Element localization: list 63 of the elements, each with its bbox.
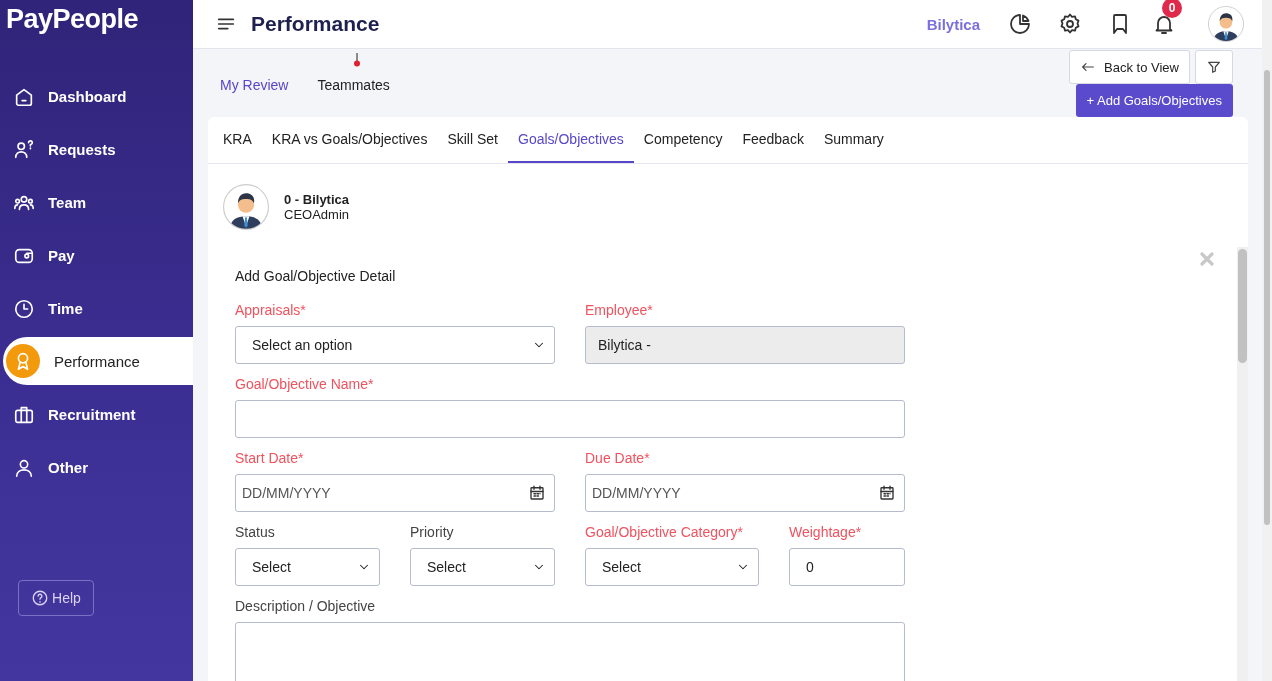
calendar-icon xyxy=(878,484,896,502)
sidebar-item[interactable]: Recruitment xyxy=(0,388,193,441)
avatar-icon xyxy=(223,184,269,230)
field-label: Status xyxy=(235,523,276,542)
scrollbar[interactable] xyxy=(1237,247,1248,681)
tab[interactable]: Feedback xyxy=(732,117,814,163)
sidebar-item[interactable]: Time xyxy=(0,282,193,335)
sidebar-item[interactable]: Performance xyxy=(3,337,193,385)
filter-icon xyxy=(1206,59,1222,75)
tab[interactable]: Goals/Objectives xyxy=(508,117,634,163)
filter-button[interactable] xyxy=(1195,50,1233,84)
add-goals-button[interactable]: + Add Goals/Objectives xyxy=(1075,84,1233,117)
sidebar-item[interactable]: Pay xyxy=(0,229,193,282)
field-label: Goal/Objective Name* xyxy=(235,375,375,394)
field-label: Appraisals* xyxy=(235,301,307,320)
back-button[interactable]: Back to View xyxy=(1069,50,1190,84)
company-name: Bilytica xyxy=(926,15,980,33)
clock-icon xyxy=(13,297,35,320)
avatar-icon xyxy=(1208,6,1244,42)
tab[interactable]: Skill Set xyxy=(437,117,508,163)
field-label: Goal/Objective Category* xyxy=(585,523,744,542)
settings-icon xyxy=(1058,12,1082,36)
sidebar-item[interactable]: Requests xyxy=(0,123,193,176)
notifications-button[interactable]: 0 xyxy=(1152,0,1186,36)
field-label: Due Date* xyxy=(585,449,651,468)
page-title: Performance xyxy=(251,12,381,36)
tab[interactable]: Summary xyxy=(813,117,894,163)
calendar-icon xyxy=(528,484,546,502)
select-field[interactable]: Select xyxy=(235,548,380,586)
sub-tab[interactable]: Teammates xyxy=(317,77,390,93)
select-field[interactable]: Select xyxy=(410,548,555,586)
tab[interactable]: Competency xyxy=(633,117,733,163)
notification-badge: 0 xyxy=(1162,0,1182,18)
select-field[interactable]: Select xyxy=(585,548,759,586)
logo: PayPeople xyxy=(5,3,140,36)
field-label: Employee* xyxy=(585,301,654,320)
field-label: Description / Objective xyxy=(235,597,377,616)
date-field[interactable]: DD/MM/YYYY xyxy=(235,474,555,512)
field-label: Weightage* xyxy=(789,523,863,542)
sub-tab[interactable]: My Review xyxy=(220,77,289,93)
pie-chart-button[interactable] xyxy=(1008,12,1032,36)
question-icon xyxy=(31,589,50,607)
employee-name: 0 - Bilytica xyxy=(284,192,350,207)
form-title: Add Goal/Objective Detail xyxy=(235,268,397,284)
help-button[interactable]: Help xyxy=(18,580,94,616)
date-field[interactable]: DD/MM/YYYY xyxy=(585,474,905,512)
settings-button[interactable] xyxy=(1058,12,1082,36)
field-label: Start Date* xyxy=(235,449,305,468)
person-question-icon xyxy=(13,138,35,161)
field-label: Priority xyxy=(410,523,455,542)
tab[interactable]: KRA xyxy=(213,117,262,163)
pie-chart-icon xyxy=(1008,12,1032,36)
sidebar-item[interactable]: Team xyxy=(0,176,193,229)
input-field[interactable] xyxy=(235,400,905,438)
employee-role: CEOAdmin xyxy=(284,207,350,222)
close-icon[interactable] xyxy=(1200,252,1214,266)
input-field[interactable]: 0 xyxy=(789,548,905,586)
page-scrollbar[interactable] xyxy=(1262,0,1272,681)
sidebar-item[interactable]: Other xyxy=(0,441,193,494)
sidebar-item[interactable]: Dashboard xyxy=(0,70,193,123)
select-field[interactable]: Select an option xyxy=(235,326,555,364)
tab[interactable]: KRA vs Goals/Objectives xyxy=(261,117,438,163)
textarea-field[interactable] xyxy=(235,622,905,681)
